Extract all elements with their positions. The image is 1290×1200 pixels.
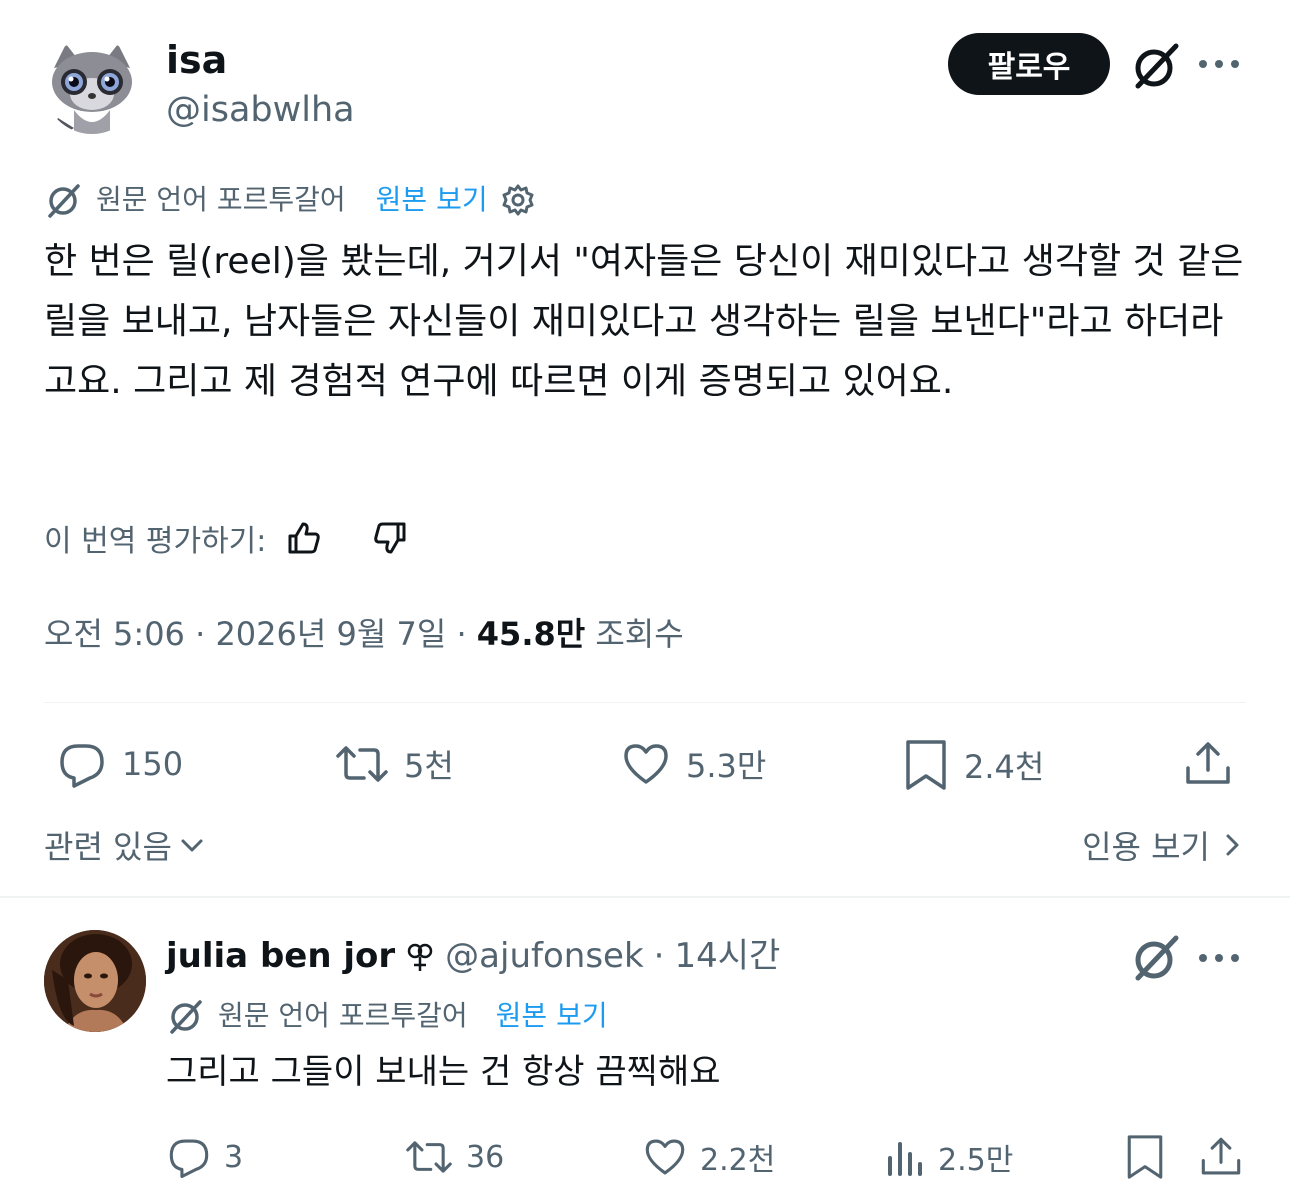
quotes-label: 인용 보기 <box>1082 828 1210 866</box>
more-options-icon[interactable] <box>1195 50 1243 78</box>
reply-icon <box>166 1134 212 1180</box>
venus-mars-icon <box>405 939 435 973</box>
reply-author-avatar[interactable] <box>44 930 146 1032</box>
reply-text: 그리고 그들이 보내는 건 항상 끔찍해요 <box>166 1052 721 1092</box>
translation-source-label: 원문 언어 포르투갈어 <box>96 183 346 216</box>
chevron-down-icon <box>178 831 206 859</box>
reply-views-count: 2.5만 <box>938 1143 1014 1178</box>
tweet-meta: 오전 5:06 · 2026년 9월 7일 · 45.8만 조회수 <box>44 615 684 653</box>
tweet-time[interactable]: 오전 5:06 <box>44 615 185 653</box>
heart-icon <box>642 1134 688 1180</box>
divider <box>44 702 1246 703</box>
chevron-right-icon <box>1220 830 1244 860</box>
grok-translate-icon <box>44 180 84 220</box>
reply-button[interactable]: 150 <box>56 738 183 790</box>
reply-author-name[interactable]: julia ben jor <box>166 934 395 978</box>
bookmark-count: 2.4천 <box>964 748 1045 786</box>
repost-icon <box>404 1134 454 1180</box>
bookmark-icon <box>902 738 950 792</box>
gear-icon[interactable] <box>500 182 536 218</box>
like-count: 5.3만 <box>686 747 767 785</box>
repost-button[interactable]: 5천 <box>334 738 454 790</box>
translation-bar: 원문 언어 포르투갈어 원본 보기 <box>44 180 536 220</box>
reply-bookmark-button[interactable] <box>1124 1132 1166 1182</box>
bookmark-icon <box>1124 1132 1166 1182</box>
related-label: 관련 있음 <box>44 828 172 866</box>
reply-like-button[interactable]: 2.2천 <box>642 1134 775 1180</box>
reply-share-button[interactable] <box>1198 1134 1244 1180</box>
share-icon <box>1182 738 1234 790</box>
reply-views-button[interactable]: 2.5만 <box>884 1134 1013 1180</box>
author-avatar[interactable] <box>44 38 140 134</box>
follow-button[interactable]: 팔로우 <box>948 33 1110 95</box>
like-button[interactable]: 5.3만 <box>620 738 766 790</box>
reply-view-original-link[interactable]: 원본 보기 <box>496 996 608 1036</box>
reply-repost-count: 36 <box>466 1139 505 1175</box>
reply-reply-button[interactable]: 3 <box>166 1134 243 1180</box>
author-handle[interactable]: @isabwlha <box>166 88 355 132</box>
grok-translate-icon <box>166 996 206 1036</box>
view-original-link[interactable]: 원본 보기 <box>376 180 488 220</box>
heart-icon <box>620 738 672 790</box>
reply-translation-source-label: 원문 언어 포르투갈어 <box>218 999 468 1032</box>
reply-repost-button[interactable]: 36 <box>404 1134 504 1180</box>
reply-author-handle[interactable]: @ajufonsek <box>445 934 643 978</box>
views-count: 45.8만 <box>476 615 586 653</box>
views-label: 조회수 <box>595 615 684 653</box>
grok-icon[interactable] <box>1130 932 1182 984</box>
more-options-icon[interactable] <box>1195 944 1243 972</box>
share-icon <box>1198 1134 1244 1180</box>
view-quotes-link[interactable]: 인용 보기 <box>1082 822 1244 868</box>
rate-translation-row: 이 번역 평가하기: <box>44 516 410 560</box>
repost-count: 5천 <box>404 747 454 785</box>
tweet-date[interactable]: 2026년 9월 7일 <box>215 615 446 653</box>
repost-icon <box>334 738 390 790</box>
author-name[interactable]: isa <box>166 38 227 82</box>
reply-icon <box>56 738 108 790</box>
section-divider <box>0 896 1290 898</box>
analytics-icon <box>884 1134 926 1180</box>
thumbs-down-icon[interactable] <box>370 518 410 558</box>
reply-time[interactable]: 14시간 <box>674 934 780 978</box>
bookmark-button[interactable]: 2.4천 <box>902 738 1044 792</box>
related-dropdown[interactable]: 관련 있음 <box>44 822 206 868</box>
reply-like-count: 2.2천 <box>700 1143 776 1178</box>
share-button[interactable] <box>1182 738 1234 790</box>
tweet-text: 한 번은 릴(reel)을 봤는데, 거기서 "여자들은 당신이 재미있다고 생… <box>44 241 1244 402</box>
reply-count: 150 <box>122 745 184 783</box>
reply-translation-bar: 원문 언어 포르투갈어 원본 보기 <box>166 996 608 1036</box>
grok-icon[interactable] <box>1130 40 1182 92</box>
reply-header: julia ben jor @ajufonsek · 14시간 <box>166 934 781 978</box>
reply-reply-count: 3 <box>224 1139 244 1175</box>
thumbs-up-icon[interactable] <box>284 518 324 558</box>
rate-translation-label: 이 번역 평가하기: <box>44 524 267 559</box>
